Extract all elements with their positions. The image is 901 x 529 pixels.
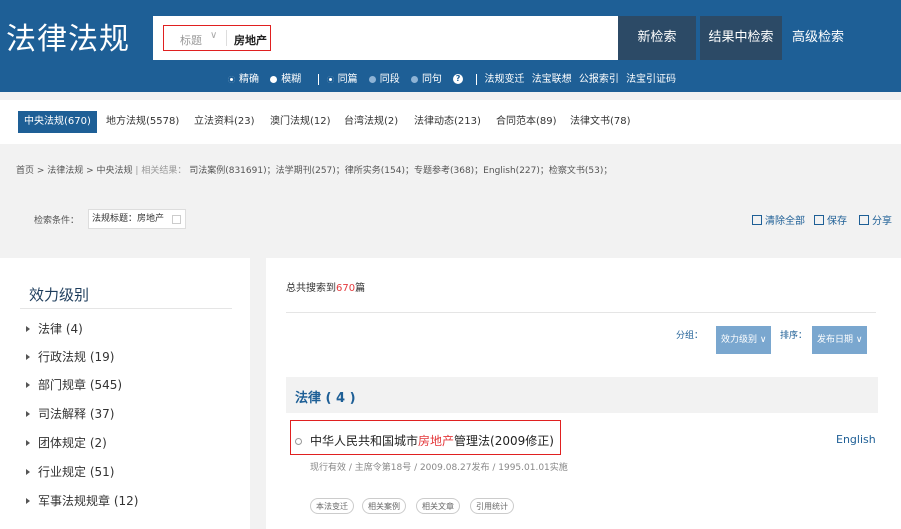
search-box[interactable]: 标题 ∨ 房地产	[153, 16, 618, 60]
tab-central-laws[interactable]: 中央法规(670)	[18, 111, 97, 133]
results-divider	[286, 312, 876, 313]
option-same-paragraph[interactable]: 同段	[368, 74, 404, 85]
chevron-down-icon: ∨	[759, 335, 767, 345]
search-in-results-button[interactable]: 结果中检索	[700, 16, 782, 60]
options-divider	[476, 73, 478, 85]
caret-right-icon	[26, 382, 30, 388]
search-field-select[interactable]: 标题	[180, 32, 202, 48]
english-version-link[interactable]: English	[836, 433, 876, 446]
options-divider	[318, 73, 320, 85]
sidebar-item[interactable]: 团体规定 (2)	[26, 434, 107, 451]
tab-legal-documents[interactable]: 法律文书(78)	[564, 111, 637, 133]
bullet-icon	[295, 438, 302, 445]
save-icon	[814, 215, 824, 225]
radio-icon	[410, 75, 418, 83]
sidebar-item[interactable]: 法律 (4)	[26, 320, 83, 337]
tab-macau-laws[interactable]: 澳门法规(12)	[264, 111, 337, 133]
caret-right-icon	[26, 498, 30, 504]
radio-selected-icon	[228, 75, 235, 83]
related-results-label: 相关结果：	[141, 166, 187, 176]
sidebar-filter: 效力级别 法律 (4) 行政法规 (19) 部门规章 (545) 司法解释 (3…	[0, 258, 250, 529]
radio-icon	[270, 75, 278, 83]
search-divider	[226, 30, 227, 46]
trash-icon	[752, 215, 762, 225]
link-fabao-association[interactable]: 法宝联想	[532, 74, 572, 85]
tag-related-cases[interactable]: 相关案例	[362, 498, 406, 514]
advanced-search-button[interactable]: 高级检索	[782, 16, 854, 60]
caret-right-icon	[26, 354, 30, 360]
link-citation-code[interactable]: 法宝引证码	[626, 74, 676, 85]
link-gazette-index[interactable]: 公报索引	[579, 74, 619, 85]
results-total: 总共搜索到670篇	[286, 283, 366, 294]
chevron-down-icon: ∨	[855, 335, 863, 345]
tab-legislative-materials[interactable]: 立法资料(23)	[188, 111, 261, 133]
related-results-links[interactable]: 司法案例(831691)；法学期刊(257)；律所实务(154)；专题参考(36…	[189, 166, 612, 176]
header: 法律法规 标题 ∨ 房地产 新检索 结果中检索 高级检索 精确 模糊 同篇 同段…	[0, 0, 901, 92]
app-logo[interactable]: 法律法规	[6, 14, 130, 58]
conditions-label: 检索条件：	[34, 216, 80, 226]
breadcrumb: 首页 > 法律法规 > 中央法规 | 相关结果： 司法案例(831691)；法学…	[16, 166, 613, 176]
save-button[interactable]: 保存	[814, 212, 847, 227]
sidebar-item[interactable]: 司法解释 (37)	[26, 405, 114, 422]
sidebar-item[interactable]: 军事法规规章 (12)	[26, 492, 138, 509]
caret-right-icon	[26, 326, 30, 332]
result-title-link[interactable]: 中华人民共和国城市房地产管理法(2009修正)	[310, 432, 554, 449]
sidebar-item[interactable]: 行政法规 (19)	[26, 348, 114, 365]
results-count: 670	[336, 283, 356, 294]
search-options: 精确 模糊 同篇 同段 同句 ? 法规变迁 法宝联想 公报索引 法宝引证码	[228, 70, 680, 86]
result-group-title[interactable]: 法律 ( 4 )	[295, 387, 356, 406]
chevron-down-icon[interactable]: ∨	[210, 30, 217, 41]
condition-chip[interactable]: 法规标题：房地产	[88, 209, 186, 229]
result-meta: 现行有效 / 主席令第18号 / 2009.08.27发布 / 1995.01.…	[310, 463, 568, 473]
tag-related-articles[interactable]: 相关文章	[416, 498, 460, 514]
tab-local-laws[interactable]: 地方法规(5578)	[100, 111, 185, 133]
tab-legal-news[interactable]: 法律动态(213)	[408, 111, 487, 133]
search-conditions-bar: 检索条件： 法规标题：房地产 清除全部 保存 分享	[0, 196, 901, 244]
radio-icon	[326, 75, 334, 83]
sort-dropdown[interactable]: 发布日期 ∨	[812, 326, 868, 354]
group-label: 分组：	[676, 331, 704, 341]
category-tabs: 中央法规(670) 地方法规(5578) 立法资料(23) 澳门法规(12) 台…	[0, 100, 901, 144]
radio-icon	[368, 75, 376, 83]
sidebar-item[interactable]: 行业规定 (51)	[26, 463, 114, 480]
result-group-header: 法律 ( 4 )	[286, 377, 878, 413]
new-search-button[interactable]: 新检索	[618, 16, 696, 60]
help-icon[interactable]: ?	[453, 74, 464, 84]
option-fuzzy[interactable]: 模糊	[270, 74, 305, 85]
share-icon	[859, 215, 869, 225]
caret-right-icon	[26, 411, 30, 417]
search-input[interactable]: 房地产	[234, 32, 267, 48]
sidebar-title: 效力级别	[29, 286, 90, 304]
tab-contract-templates[interactable]: 合同范本(89)	[490, 111, 563, 133]
option-exact[interactable]: 精确	[228, 74, 263, 85]
caret-right-icon	[26, 469, 30, 475]
results-panel: 总共搜索到670篇 分组： 效力级别 ∨ 排序： 发布日期 ∨ 法律 ( 4 )…	[266, 258, 901, 529]
tag-law-changes[interactable]: 本法变迁	[310, 498, 354, 514]
breadcrumb-path[interactable]: 首页 > 法律法规 > 中央法规	[16, 166, 133, 176]
share-button[interactable]: 分享	[859, 212, 892, 227]
sort-label: 排序：	[780, 331, 808, 341]
remove-condition-icon[interactable]	[172, 215, 181, 224]
link-law-changes[interactable]: 法规变迁	[485, 74, 525, 85]
sidebar-divider	[20, 308, 232, 309]
caret-right-icon	[26, 440, 30, 446]
search-field-highlight: 标题 ∨ 房地产	[163, 25, 271, 51]
clear-all-button[interactable]: 清除全部	[752, 212, 805, 227]
group-dropdown[interactable]: 效力级别 ∨	[716, 326, 772, 354]
tag-citation-stats[interactable]: 引用统计	[470, 498, 514, 514]
option-same-article[interactable]: 同篇	[326, 74, 362, 85]
sidebar-item[interactable]: 部门规章 (545)	[26, 376, 122, 393]
tab-taiwan-laws[interactable]: 台湾法规(2)	[338, 111, 404, 133]
option-same-sentence[interactable]: 同句	[410, 74, 446, 85]
